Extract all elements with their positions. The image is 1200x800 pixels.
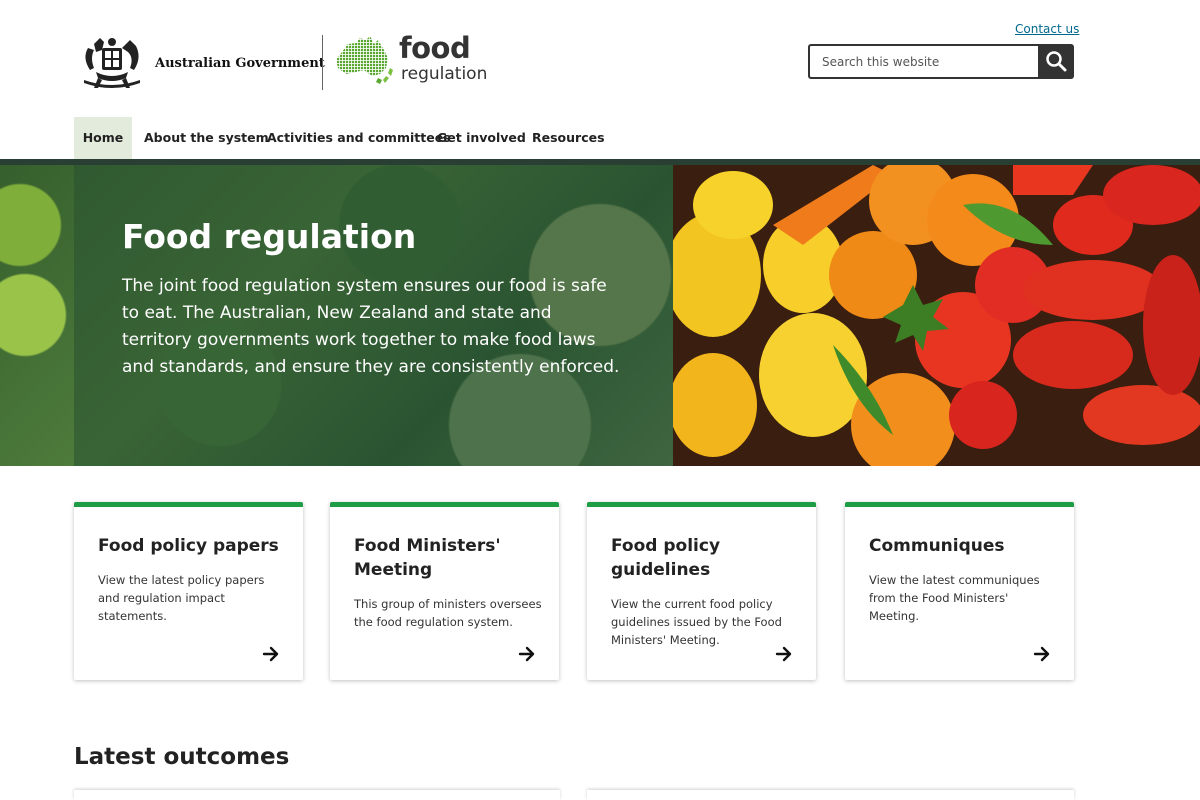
- site-header: Contact us Australian Government food re…: [0, 0, 1200, 117]
- logo-divider: [322, 35, 323, 90]
- arrow-right-icon: [775, 646, 792, 662]
- australia-map-icon: [336, 36, 393, 84]
- card-description: View the current food policy guidelines …: [611, 597, 782, 647]
- outcome-card[interactable]: [587, 790, 1074, 800]
- card-title: Communiques: [869, 536, 1005, 556]
- gov-logo-text: Australian Government: [155, 56, 325, 71]
- hero-fruit-image: [673, 165, 1200, 466]
- nav-activities-and-committees[interactable]: Activities and committees: [267, 117, 451, 159]
- arrow-right-icon: [1033, 646, 1050, 662]
- hero-description: The joint food regulation system ensures…: [122, 276, 620, 377]
- site-search: [808, 44, 1074, 79]
- nav-home[interactable]: Home: [74, 117, 132, 159]
- australian-government-logo[interactable]: Australian Government: [74, 34, 325, 92]
- nav-get-involved[interactable]: Get involved: [437, 117, 526, 159]
- regulation-logo-word: regulation: [401, 64, 488, 84]
- card-communiques[interactable]: Communiques View the latest communiques …: [845, 502, 1074, 680]
- hero-banner: Food regulation The joint food regulatio…: [0, 165, 1200, 466]
- coat-of-arms-icon: [84, 38, 140, 88]
- card-food-ministers-meeting[interactable]: Food Ministers' Meeting This group of mi…: [330, 502, 559, 680]
- nav-resources[interactable]: Resources: [532, 117, 605, 159]
- food-regulation-logo[interactable]: food regulation: [334, 31, 504, 89]
- nav-about-the-system[interactable]: About the system: [144, 117, 269, 159]
- outcome-card[interactable]: [74, 790, 560, 800]
- card-description: View the latest communiques from the Foo…: [869, 573, 1040, 623]
- card-title: Food policy guidelines: [611, 536, 721, 580]
- search-button[interactable]: [1038, 44, 1074, 79]
- card-description: This group of ministers oversees the foo…: [354, 597, 542, 629]
- card-title: Food Ministers' Meeting: [354, 536, 501, 580]
- contact-link[interactable]: Contact us: [1015, 22, 1079, 36]
- arrow-right-icon: [518, 646, 535, 662]
- card-food-policy-papers[interactable]: Food policy papers View the latest polic…: [74, 502, 303, 680]
- search-icon: [1046, 51, 1067, 72]
- card-description: View the latest policy papers and regula…: [98, 573, 265, 623]
- card-food-policy-guidelines[interactable]: Food policy guidelines View the current …: [587, 502, 816, 680]
- food-logo-word: food: [399, 31, 471, 65]
- hero-title: Food regulation: [122, 217, 417, 256]
- latest-outcomes-heading: Latest outcomes: [74, 744, 290, 770]
- arrow-right-icon: [262, 646, 279, 662]
- main-nav: Home About the system Activities and com…: [0, 117, 1200, 159]
- card-title: Food policy papers: [98, 536, 279, 556]
- search-input[interactable]: [808, 44, 1039, 79]
